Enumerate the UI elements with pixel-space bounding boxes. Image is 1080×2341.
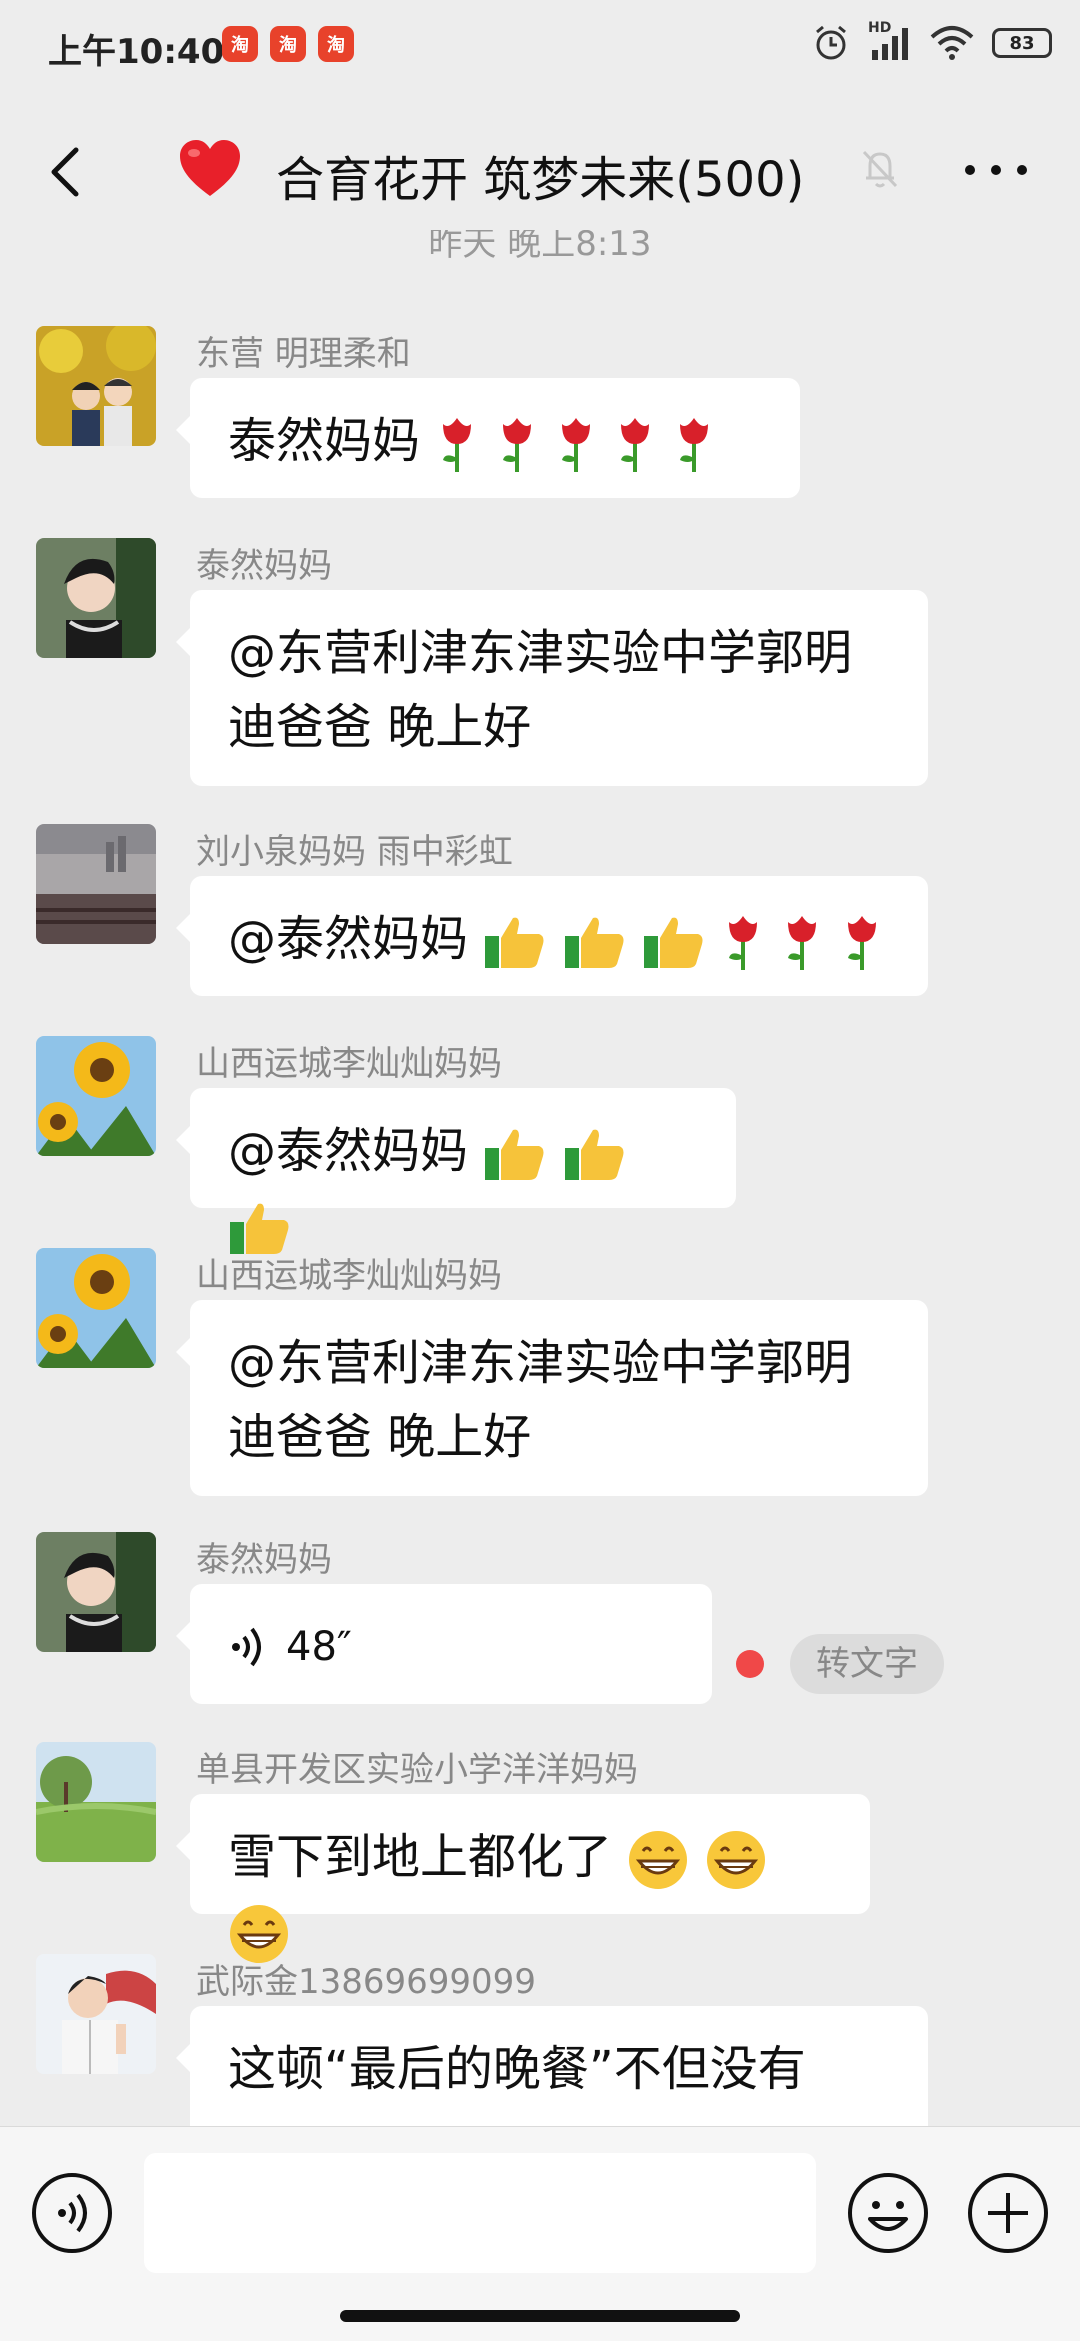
- sender-name: 单县开发区实验小学洋洋妈妈: [196, 1750, 638, 1790]
- avatar[interactable]: [36, 1954, 156, 2074]
- alarm-icon: [816, 25, 846, 60]
- message-bubble[interactable]: @东营利津东津实验中学郭明 迪爸爸 晚上好: [176, 590, 928, 786]
- sender-name: 泰然妈妈: [196, 1540, 332, 1580]
- battery-indicator: 83: [992, 28, 1052, 58]
- rose-emoji-group: [435, 413, 716, 472]
- thumbs-up-icon: [485, 1129, 544, 1180]
- message-text-line: 这顿“最后的晚餐”不但没有: [228, 2041, 806, 2097]
- taobao-icon: 淘: [270, 26, 306, 62]
- message-bubble[interactable]: 雪下到地上都化了: [176, 1794, 870, 1963]
- status-bar: 上午10:40 淘 淘 淘 HD 83: [0, 0, 1080, 96]
- more-icon[interactable]: [956, 140, 1036, 200]
- signal-icon: HD: [868, 20, 912, 62]
- avatar[interactable]: [36, 1036, 156, 1156]
- wifi-icon: [930, 26, 974, 60]
- message-text: 雪下到地上都化了: [228, 1829, 613, 1885]
- avatar[interactable]: [36, 326, 156, 446]
- bell-muted-icon: [862, 150, 898, 188]
- thumbs-up-icon: [485, 917, 544, 968]
- thumbs-up-icon: [564, 1129, 624, 1180]
- sender-name: 山西运城李灿灿妈妈: [196, 1044, 502, 1084]
- grin-emoji-icon: [629, 1831, 688, 1889]
- message-input[interactable]: [144, 2153, 816, 2273]
- taobao-icon: 淘: [222, 26, 258, 62]
- voice-wave-icon: [232, 1627, 261, 1667]
- emoji-group: [483, 911, 883, 970]
- message-bubble[interactable]: @泰然妈妈: [176, 1088, 736, 1254]
- rose-icon: [561, 418, 590, 472]
- chat-title: 合育花开 筑梦未来(500): [276, 152, 805, 208]
- message-bubble[interactable]: 这顿“最后的晚餐”不但没有: [176, 2006, 928, 2126]
- message-text-line: 迪爸爸 晚上好: [228, 1409, 532, 1465]
- thumbs-up-icon: [643, 917, 703, 968]
- rose-icon: [621, 418, 650, 472]
- message-list[interactable]: 昨天 晚上8:13 东营 明理柔和 泰然妈妈 泰然妈妈 @东营利津东津实验中学郭…: [0, 230, 1080, 2126]
- sender-name: 东营 明理柔和: [196, 334, 411, 374]
- message-text: 泰然妈妈: [228, 413, 421, 469]
- heart-icon: [180, 140, 240, 196]
- message-text-line: 迪爸爸 晚上好: [228, 699, 532, 755]
- home-indicator[interactable]: [340, 2310, 740, 2322]
- voice-input-icon[interactable]: [30, 2171, 114, 2255]
- message-text: @泰然妈妈: [228, 911, 484, 967]
- message-text-line: @东营利津东津实验中学郭明: [228, 625, 853, 681]
- unread-dot: [736, 1650, 764, 1678]
- notification-icons: 淘 淘 淘: [222, 26, 354, 62]
- input-bar: [0, 2126, 1080, 2341]
- avatar[interactable]: [36, 1532, 156, 1652]
- message-bubble[interactable]: 泰然妈妈: [176, 378, 800, 498]
- chat-header: 合育花开 筑梦未来(500): [0, 110, 1080, 230]
- hd-label: HD: [868, 20, 892, 36]
- voice-message-bubble[interactable]: 48″: [176, 1584, 712, 1704]
- emoji-icon[interactable]: [846, 2171, 930, 2255]
- message-bubble[interactable]: @东营利津东津实验中学郭明 迪爸爸 晚上好: [176, 1300, 928, 1496]
- avatar[interactable]: [36, 824, 156, 944]
- message-timestamp: 昨天 晚上8:13: [428, 230, 652, 264]
- rose-icon: [788, 916, 817, 970]
- avatar[interactable]: [36, 538, 156, 658]
- rose-icon: [847, 916, 876, 970]
- sender-name: 武际金13869699099: [196, 1962, 536, 2002]
- rose-icon: [729, 916, 758, 970]
- avatar[interactable]: [36, 1742, 156, 1862]
- rose-icon: [680, 418, 709, 472]
- status-time: 上午10:40: [48, 32, 225, 72]
- message-bubble[interactable]: @泰然妈妈: [176, 876, 928, 996]
- sender-name: 山西运城李灿灿妈妈: [196, 1256, 502, 1296]
- avatar[interactable]: [36, 1248, 156, 1368]
- message-text-line: @东营利津东津实验中学郭明: [228, 1335, 853, 1391]
- voice-duration: 48″: [286, 1624, 352, 1670]
- thumbs-up-icon: [564, 917, 624, 968]
- taobao-icon: 淘: [318, 26, 354, 62]
- plus-icon[interactable]: [966, 2171, 1050, 2255]
- rose-icon: [502, 418, 531, 472]
- grin-emoji-icon: [706, 1831, 765, 1889]
- sender-name: 刘小泉妈妈 雨中彩虹: [196, 832, 513, 872]
- back-icon[interactable]: [36, 140, 100, 204]
- message-text: @泰然妈妈: [228, 1123, 484, 1179]
- rose-icon: [443, 418, 472, 472]
- convert-to-text-button[interactable]: 转文字: [790, 1634, 944, 1694]
- sender-name: 泰然妈妈: [196, 546, 332, 586]
